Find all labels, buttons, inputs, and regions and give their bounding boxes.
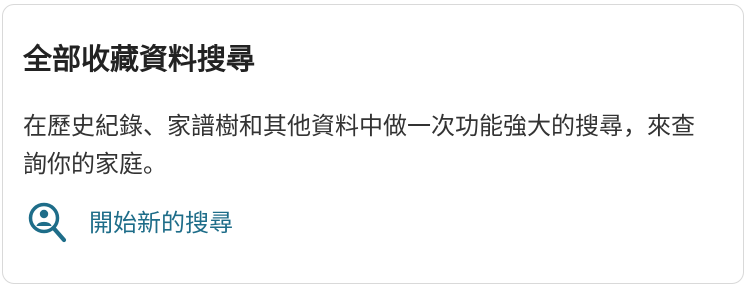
search-all-records-card: 全部收藏資料搜尋 在歷史紀錄、家譜樹和其他資料中做一次功能強大的搜尋，來查詢你的… — [2, 4, 744, 284]
card-description: 在歷史紀錄、家譜樹和其他資料中做一次功能強大的搜尋，來查詢你的家庭。 — [23, 112, 695, 178]
card-title: 全部收藏資料搜尋 — [23, 42, 256, 76]
person-search-icon — [28, 202, 67, 243]
start-new-search-link[interactable]: 開始新的搜尋 — [27, 201, 233, 245]
start-new-search-label: 開始新的搜尋 — [89, 209, 233, 237]
